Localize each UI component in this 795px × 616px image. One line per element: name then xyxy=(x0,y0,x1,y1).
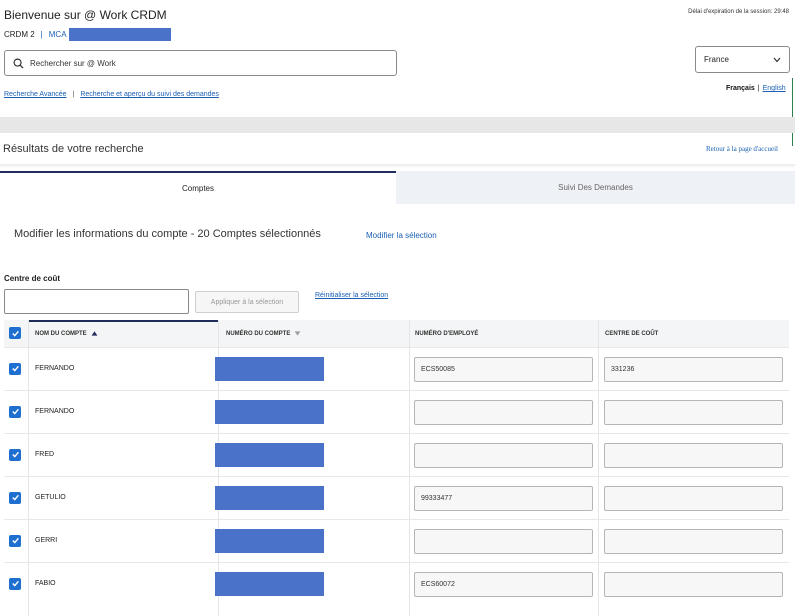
cost-center-label: Centre de coût xyxy=(4,274,61,283)
links-separator: | xyxy=(72,91,75,98)
results-title: Résultats de votre recherche xyxy=(3,143,144,155)
row-divider xyxy=(4,519,789,520)
header-divider-band xyxy=(0,117,795,133)
language-french[interactable]: Français xyxy=(726,85,755,92)
account-name: FRED xyxy=(35,450,55,458)
row-divider xyxy=(4,390,789,391)
breadcrumb-crdm: CRDM 2 xyxy=(4,30,35,39)
edge-divider xyxy=(792,78,793,146)
employee-number-input[interactable] xyxy=(414,442,593,468)
account-name: GERRI xyxy=(35,536,58,544)
account-name: GETULIO xyxy=(35,493,66,501)
tab-requests[interactable]: Suivi Des Demandes xyxy=(396,171,795,204)
checkmark-icon xyxy=(11,537,19,544)
country-select-value: France xyxy=(704,55,729,64)
redacted-block xyxy=(68,28,171,41)
search-icon xyxy=(13,58,24,69)
redacted-account-number xyxy=(215,356,324,381)
row-divider xyxy=(4,433,789,434)
tracking-search-link[interactable]: Recherche et aperçu du suivi des demande… xyxy=(80,91,219,98)
row-divider xyxy=(4,347,789,348)
tab-accounts[interactable]: Comptes xyxy=(0,171,396,204)
modify-selection-link[interactable]: Modifier la sélection xyxy=(366,231,437,240)
column-header-employee-number[interactable]: NUMÉRO D'EMPLOYÉ xyxy=(415,320,478,347)
column-header-name-label: NOM DU COMPTE xyxy=(35,330,87,337)
employee-number-input[interactable]: ECS60072 xyxy=(414,571,593,597)
column-header-account-number-label: NUMÉRO DU COMPTE xyxy=(226,330,291,337)
app-title: Bienvenue sur @ Work CRDM xyxy=(4,8,167,22)
table-row-checkbox[interactable] xyxy=(9,577,21,590)
cost-center-cell-input[interactable] xyxy=(604,571,783,597)
employee-number-input[interactable]: 99333477 xyxy=(414,485,593,511)
account-name: FERNANDO xyxy=(35,364,75,372)
checkmark-icon xyxy=(11,580,19,587)
row-divider xyxy=(4,562,789,563)
select-all-checkbox[interactable] xyxy=(9,327,21,339)
sort-desc-icon xyxy=(294,331,301,336)
redacted-account-number xyxy=(215,528,324,553)
checkmark-icon xyxy=(11,451,19,458)
table-row-checkbox[interactable] xyxy=(9,491,21,504)
cost-center-cell-input[interactable] xyxy=(604,485,783,511)
cost-center-cell-input[interactable]: 331236 xyxy=(604,356,783,382)
breadcrumb: CRDM 2 | MCA xyxy=(4,28,171,41)
search-input[interactable] xyxy=(30,58,390,68)
back-home-link[interactable]: Retour à la page d'accueil xyxy=(706,145,778,153)
checkmark-icon xyxy=(11,365,19,372)
table-header xyxy=(4,320,789,347)
cost-center-cell-input[interactable] xyxy=(604,399,783,425)
table-row-checkbox[interactable] xyxy=(9,534,21,547)
redacted-account-number xyxy=(215,442,324,467)
checkmark-icon xyxy=(11,494,19,501)
checkbox-checked xyxy=(9,534,21,547)
language-switcher: Français | English xyxy=(726,85,786,92)
breadcrumb-separator: | xyxy=(40,30,43,39)
table-row-checkbox[interactable] xyxy=(9,405,21,418)
table-row-checkbox[interactable] xyxy=(9,448,21,461)
checkbox-checked xyxy=(9,577,21,590)
reset-selection-link[interactable]: Réinitialiser la sélection xyxy=(315,292,388,299)
modify-title: Modifier les informations du compte - 20… xyxy=(14,228,321,240)
cost-center-cell-input[interactable] xyxy=(604,442,783,468)
column-header-account-number[interactable]: NUMÉRO DU COMPTE xyxy=(226,320,301,347)
checkmark-icon xyxy=(11,408,19,415)
column-header-cost-center[interactable]: CENTRE DE COÛT xyxy=(605,320,658,347)
language-separator: | xyxy=(757,85,760,92)
sort-asc-icon xyxy=(91,331,98,336)
column-header-name[interactable]: NOM DU COMPTE xyxy=(35,320,98,347)
account-name: FERNANDO xyxy=(35,407,75,415)
breadcrumb-mca-link[interactable]: MCA xyxy=(49,30,67,39)
search-links: Recherche Avancée | Recherche et aperçu … xyxy=(4,91,219,98)
account-name: FABIO xyxy=(35,579,56,587)
country-select[interactable]: France xyxy=(695,46,790,73)
table-row-checkbox[interactable] xyxy=(9,362,21,375)
redacted-account-number xyxy=(215,399,324,424)
apply-selection-button[interactable]: Appliquer à la sélection xyxy=(195,291,299,313)
checkbox-checked xyxy=(9,491,21,504)
search-box[interactable] xyxy=(4,50,397,76)
language-english[interactable]: English xyxy=(763,85,786,92)
redacted-account-number xyxy=(215,485,324,510)
checkbox-checked xyxy=(9,362,21,375)
cost-center-input[interactable] xyxy=(4,289,189,314)
column-divider xyxy=(409,320,410,616)
row-divider xyxy=(4,476,789,477)
cost-center-cell-input[interactable] xyxy=(604,528,783,554)
chevron-down-icon xyxy=(773,57,781,62)
column-divider xyxy=(28,320,29,616)
employee-number-input[interactable]: ECS50085 xyxy=(414,356,593,382)
employee-number-input[interactable] xyxy=(414,399,593,425)
results-divider xyxy=(0,164,795,168)
employee-number-input[interactable] xyxy=(414,528,593,554)
checkbox-checked xyxy=(9,327,21,339)
checkbox-checked xyxy=(9,405,21,418)
checkbox-checked xyxy=(9,448,21,461)
redacted-account-number xyxy=(215,571,324,596)
advanced-search-link[interactable]: Recherche Avancée xyxy=(4,91,67,98)
session-expiry: Délai d'expiration de la session: 29:48 xyxy=(688,9,789,15)
checkmark-icon xyxy=(11,330,19,337)
column-divider xyxy=(598,320,599,616)
